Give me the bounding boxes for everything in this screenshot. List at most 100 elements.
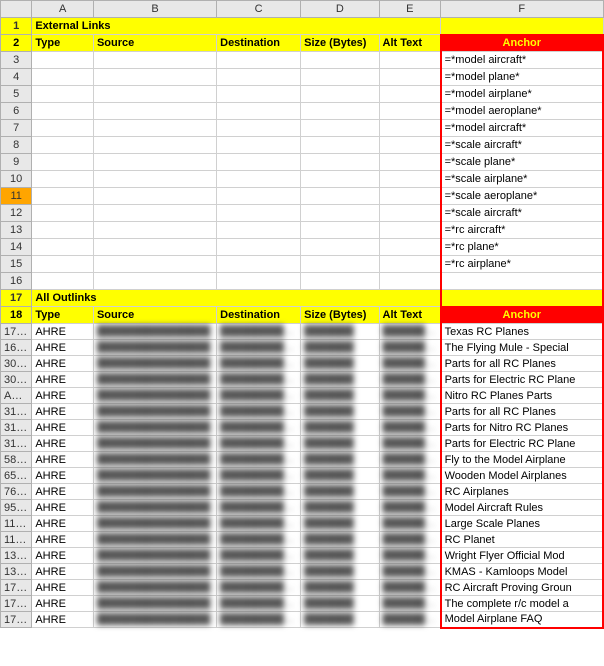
data-row-139413b: 139413 AHRE ████████████████ ███████████… bbox=[1, 564, 604, 580]
col-size-label: Size (Bytes) bbox=[301, 35, 379, 52]
row-num-18: 18 bbox=[1, 307, 32, 324]
row1-f bbox=[441, 18, 603, 35]
row-11: 11 =*scale aeroplane* bbox=[1, 188, 604, 205]
anchor-31041: Parts for all RC Planes bbox=[441, 404, 603, 420]
col-source-label: Source bbox=[93, 35, 216, 52]
col2-dest-label: Destination bbox=[217, 307, 301, 324]
col-e-header[interactable]: E bbox=[379, 1, 441, 18]
section2-title: All Outlinks bbox=[32, 290, 441, 307]
data-row-76233: 76233 AHRE ████████████████ ████████████… bbox=[1, 484, 604, 500]
col-f-header[interactable]: F bbox=[441, 1, 603, 18]
anchor-95492: Model Aircraft Rules bbox=[441, 500, 603, 516]
row-13: 13 =*rc aircraft* bbox=[1, 222, 604, 239]
anchor-174439: Model Airplane FAQ bbox=[441, 612, 603, 628]
col2-source-label: Source bbox=[93, 307, 216, 324]
anchor-76233: RC Airplanes bbox=[441, 484, 603, 500]
corner-cell bbox=[1, 1, 32, 18]
row-18: 18 Type Source Destination Size (Bytes) … bbox=[1, 307, 604, 324]
data-row-30873: 30873 AHRE ████████████████ ████████████… bbox=[1, 372, 604, 388]
anchor-114481: Large Scale Planes bbox=[441, 516, 603, 532]
col2-alt-label: Alt Text bbox=[379, 307, 441, 324]
row-15: 15 =*rc airplane* bbox=[1, 256, 604, 273]
data-row-119197: 119197 AHRE ████████████████ ███████████… bbox=[1, 532, 604, 548]
anchor-58967: Fly to the Model Airplane bbox=[441, 452, 603, 468]
row-1: 1 External Links bbox=[1, 18, 604, 35]
anchor-nitro: Nitro RC Planes Parts bbox=[441, 388, 603, 404]
anchor-r8: =*scale aircraft* bbox=[441, 137, 603, 154]
row-5: 5 =*model airplane* bbox=[1, 86, 604, 103]
anchor-1773: Texas RC Planes bbox=[441, 324, 603, 340]
row-7: 7 =*model aircraft* bbox=[1, 120, 604, 137]
spreadsheet: A B C D E F 1 External Links 2 Type Sour… bbox=[0, 0, 604, 629]
data-row-139413: 139413 AHRE ████████████████ ███████████… bbox=[1, 548, 604, 564]
anchor-31042: Parts for Nitro RC Planes bbox=[441, 420, 603, 436]
anchor-r10: =*scale airplane* bbox=[441, 171, 603, 188]
data-row-16092: 16092 AHRE ████████████████ ████████████… bbox=[1, 340, 604, 356]
anchor-kmas: KMAS - Kamloops Model bbox=[441, 564, 603, 580]
row17-f bbox=[441, 290, 603, 307]
data-row-1773: 1773 AHRE ████████████████ ████████████ … bbox=[1, 324, 604, 340]
col-a-header[interactable]: A bbox=[32, 1, 94, 18]
row-6: 6 =*model aeroplane* bbox=[1, 103, 604, 120]
col-dest-label: Destination bbox=[217, 35, 301, 52]
anchor-30872: Parts for all RC Planes bbox=[441, 356, 603, 372]
row-8: 8 =*scale aircraft* bbox=[1, 137, 604, 154]
col-anchor-label: Anchor bbox=[441, 35, 603, 52]
row-14: 14 =*rc plane* bbox=[1, 239, 604, 256]
r3-c bbox=[217, 52, 301, 69]
section1-title: External Links bbox=[32, 18, 441, 35]
anchor-r3: =*model aircraft* bbox=[441, 52, 603, 69]
data-row-ahre: AHRE AHRE ████████████████ █████████████… bbox=[1, 388, 604, 404]
r3-a bbox=[32, 52, 94, 69]
anchor-139413: Wright Flyer Official Mod bbox=[441, 548, 603, 564]
row-num-11: 11 bbox=[1, 188, 32, 205]
data-row-174439: 174439 AHRE ████████████████ ███████████… bbox=[1, 612, 604, 628]
data-row-174436: 174436 AHRE ████████████████ ███████████… bbox=[1, 596, 604, 612]
row-num-17: 17 bbox=[1, 290, 32, 307]
row-16: 16 bbox=[1, 273, 604, 290]
anchor-r12: =*scale aircraft* bbox=[441, 205, 603, 222]
anchor-r6: =*model aeroplane* bbox=[441, 103, 603, 120]
data-row-58967: 58967 AHRE ████████████████ ████████████… bbox=[1, 452, 604, 468]
col2-type-label: Type bbox=[32, 307, 94, 324]
anchor-r15: =*rc airplane* bbox=[441, 256, 603, 273]
anchor-16092: The Flying Mule - Special bbox=[441, 340, 603, 356]
r3-b bbox=[93, 52, 216, 69]
data-row-65128: 65128 AHRE ████████████████ ████████████… bbox=[1, 468, 604, 484]
data-row-31043: 31043 AHRE ████████████████ ████████████… bbox=[1, 436, 604, 452]
row-2: 2 Type Source Destination Size (Bytes) A… bbox=[1, 35, 604, 52]
row-9: 9 =*scale plane* bbox=[1, 154, 604, 171]
col2-anchor-label: Anchor bbox=[441, 307, 603, 324]
anchor-r4: =*model plane* bbox=[441, 69, 603, 86]
row-10: 10 =*scale airplane* bbox=[1, 171, 604, 188]
anchor-r5: =*model airplane* bbox=[441, 86, 603, 103]
row-4: 4 =*model plane* bbox=[1, 69, 604, 86]
anchor-174434: RC Aircraft Proving Groun bbox=[441, 580, 603, 596]
r3-e bbox=[379, 52, 441, 69]
row-num-1: 1 bbox=[1, 18, 32, 35]
anchor-r7: =*model aircraft* bbox=[441, 120, 603, 137]
r3-d bbox=[301, 52, 379, 69]
data-row-31041: 31041 AHRE ████████████████ ████████████… bbox=[1, 404, 604, 420]
col-d-header[interactable]: D bbox=[301, 1, 379, 18]
anchor-r13: =*rc aircraft* bbox=[441, 222, 603, 239]
col2-size-label: Size (Bytes) bbox=[301, 307, 379, 324]
anchor-30873: Parts for Electric RC Plane bbox=[441, 372, 603, 388]
data-row-114481: 114481 AHRE ████████████████ ███████████… bbox=[1, 516, 604, 532]
anchor-r11: =*scale aeroplane* bbox=[441, 188, 603, 205]
anchor-r14: =*rc plane* bbox=[441, 239, 603, 256]
row-num-2: 2 bbox=[1, 35, 32, 52]
col-b-header[interactable]: B bbox=[93, 1, 216, 18]
anchor-65128: Wooden Model Airplanes bbox=[441, 468, 603, 484]
data-row-174434: 174434 AHRE ████████████████ ███████████… bbox=[1, 580, 604, 596]
anchor-31043: Parts for Electric RC Plane bbox=[441, 436, 603, 452]
data-row-30872: 30872 AHRE ████████████████ ████████████… bbox=[1, 356, 604, 372]
column-header-row: A B C D E F bbox=[1, 1, 604, 18]
col-alt-label: Alt Text bbox=[379, 35, 441, 52]
anchor-r9: =*scale plane* bbox=[441, 154, 603, 171]
anchor-174436: The complete r/c model a bbox=[441, 596, 603, 612]
row-num-3: 3 bbox=[1, 52, 32, 69]
col-c-header[interactable]: C bbox=[217, 1, 301, 18]
col-type-label: Type bbox=[32, 35, 94, 52]
data-row-31042: 31042 AHRE ████████████████ ████████████… bbox=[1, 420, 604, 436]
